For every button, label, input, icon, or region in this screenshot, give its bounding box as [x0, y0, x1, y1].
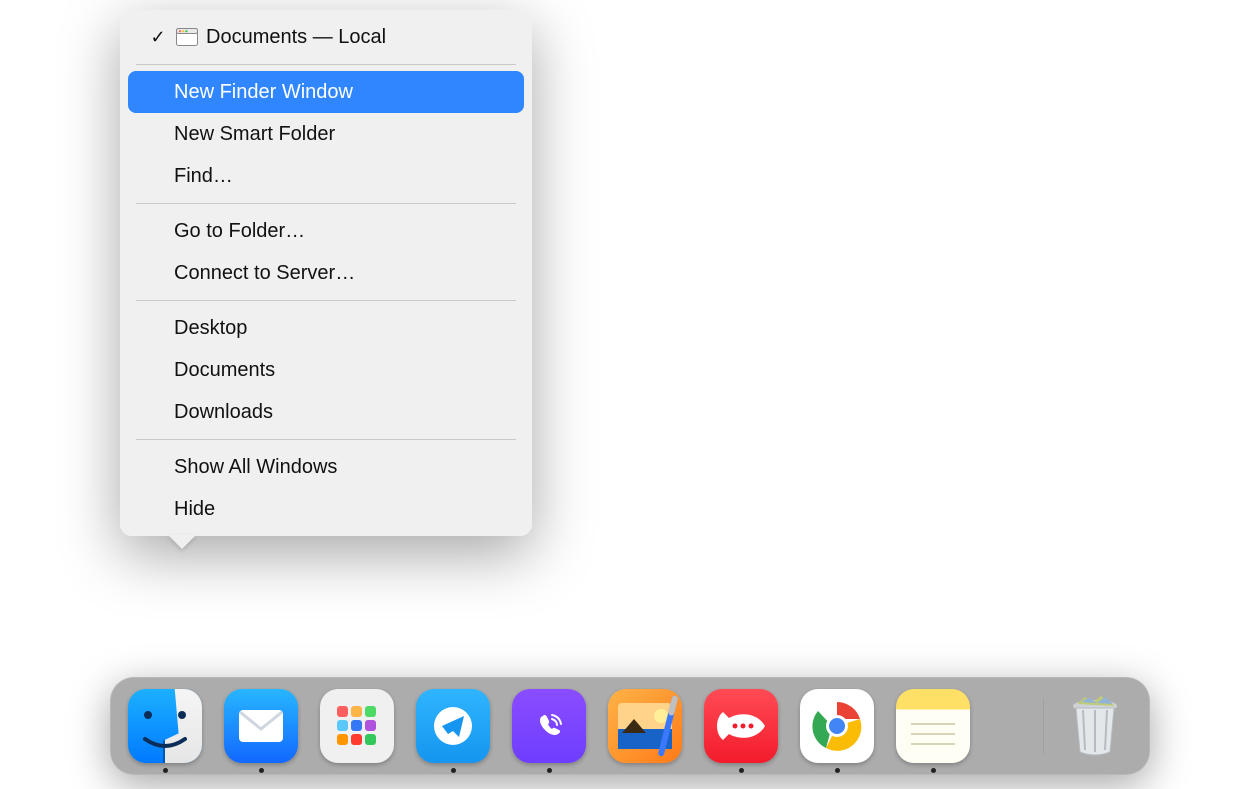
dock-app-finder[interactable] [128, 689, 202, 763]
dock-app-mail[interactable] [224, 689, 298, 763]
running-indicator-icon [739, 768, 744, 773]
viber-icon [512, 689, 586, 763]
menu-new-smart-folder[interactable]: New Smart Folder [128, 113, 524, 155]
dock [110, 677, 1150, 775]
menu-separator [136, 203, 516, 204]
menu-new-finder-window[interactable]: New Finder Window [128, 71, 524, 113]
rocketchat-icon [704, 689, 778, 763]
dock-app-rocketchat[interactable] [704, 689, 778, 763]
running-indicator-icon [259, 768, 264, 773]
checkmark-icon: ✓ [144, 27, 172, 48]
menu-item-label: Find… [144, 165, 508, 188]
menu-open-window-documents[interactable]: ✓ Documents — Local [128, 16, 524, 58]
running-indicator-icon [451, 768, 456, 773]
telegram-icon [416, 689, 490, 763]
menu-connect-to-server[interactable]: Connect to Server… [128, 252, 524, 294]
running-indicator-icon [163, 768, 168, 773]
menu-separator [136, 64, 516, 65]
dock-app-notes[interactable] [896, 689, 970, 763]
running-indicator-icon [835, 768, 840, 773]
menu-show-all-windows[interactable]: Show All Windows [128, 446, 524, 488]
menu-item-label: New Smart Folder [144, 123, 508, 146]
notes-icon [896, 689, 970, 763]
menu-item-label: Desktop [144, 317, 508, 340]
menu-go-to-folder[interactable]: Go to Folder… [128, 210, 524, 252]
trash-full-icon [1067, 694, 1123, 758]
menu-separator [136, 439, 516, 440]
finder-dock-context-menu: ✓ Documents — Local New Finder Window Ne… [120, 10, 532, 536]
menu-item-label: Downloads [144, 401, 508, 424]
launchpad-icon [320, 689, 394, 763]
imovie-icon [608, 689, 682, 763]
finder-icon [128, 689, 202, 763]
dock-apps [128, 689, 1037, 763]
dock-app-telegram[interactable] [416, 689, 490, 763]
dock-app-launchpad[interactable] [320, 689, 394, 763]
menu-item-label: Connect to Server… [144, 262, 508, 285]
dock-app-imovie[interactable] [608, 689, 682, 763]
dock-trash[interactable] [1058, 689, 1132, 763]
menu-hide[interactable]: Hide [128, 488, 524, 530]
running-indicator-icon [931, 768, 936, 773]
menu-item-label: New Finder Window [144, 81, 508, 104]
menu-place-downloads[interactable]: Downloads [128, 391, 524, 433]
menu-open-window-label: Documents — Local [206, 26, 508, 49]
menu-item-label: Go to Folder… [144, 220, 508, 243]
mail-icon [224, 689, 298, 763]
menu-find[interactable]: Find… [128, 155, 524, 197]
menu-place-desktop[interactable]: Desktop [128, 307, 524, 349]
finder-window-icon [172, 28, 202, 46]
dock-separator [1043, 698, 1044, 754]
running-indicator-icon [547, 768, 552, 773]
menu-item-label: Documents [144, 359, 508, 382]
dock-app-chrome[interactable] [800, 689, 874, 763]
menu-separator [136, 300, 516, 301]
menu-item-label: Hide [144, 498, 508, 521]
menu-item-label: Show All Windows [144, 456, 508, 479]
dock-app-viber[interactable] [512, 689, 586, 763]
menu-place-documents[interactable]: Documents [128, 349, 524, 391]
chrome-icon [800, 689, 874, 763]
